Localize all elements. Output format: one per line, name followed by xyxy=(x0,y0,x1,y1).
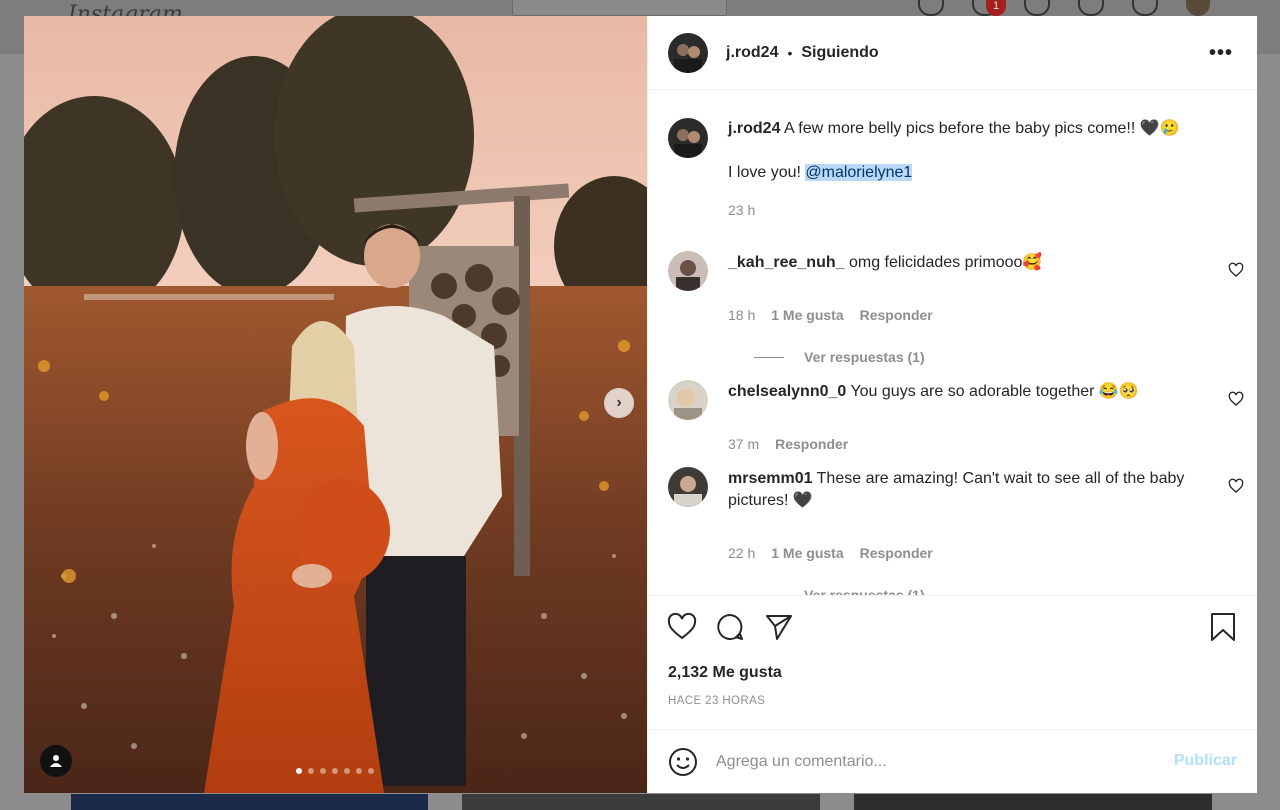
author-username[interactable]: j.rod24 xyxy=(726,44,778,62)
comment-like-heart-icon[interactable] xyxy=(1228,262,1244,278)
comment-meta: 37 m Responder xyxy=(728,436,848,452)
carousel-dot xyxy=(308,768,314,774)
comment-meta: 22 h 1 Me gusta Responder xyxy=(728,545,933,561)
comment-likes-link[interactable]: 1 Me gusta xyxy=(771,545,843,561)
view-replies-label: Ver respuestas (1) xyxy=(804,587,925,595)
comment-likes-link[interactable]: 1 Me gusta xyxy=(771,307,843,323)
publish-button[interactable]: Publicar xyxy=(1174,752,1237,770)
caption-body: A few more belly pics before the baby pi… xyxy=(780,120,1180,137)
background-home-icon xyxy=(918,0,944,16)
background-explore-icon xyxy=(1078,0,1104,16)
caption-meta: 23 h xyxy=(728,202,755,218)
chevron-right-icon: › xyxy=(616,394,622,411)
comment-time: 37 m xyxy=(728,436,760,452)
reply-button[interactable]: Responder xyxy=(860,545,933,561)
likes-count[interactable]: 2,132 Me gusta xyxy=(668,664,782,682)
commenter-avatar[interactable] xyxy=(668,251,708,291)
bookmark-icon[interactable] xyxy=(1208,612,1238,642)
comment-meta: 18 h 1 Me gusta Responder xyxy=(728,307,933,323)
next-slide-button[interactable]: › xyxy=(604,388,634,418)
comment-username[interactable]: mrsemm01 xyxy=(728,470,813,487)
comment-username[interactable]: chelsealynn0_0 xyxy=(728,383,846,400)
reply-button[interactable]: Responder xyxy=(775,436,848,452)
background-grid-tile xyxy=(71,794,428,810)
more-options-icon[interactable]: ••• xyxy=(1209,42,1233,65)
comment-bubble-icon[interactable] xyxy=(715,612,745,642)
reply-button[interactable]: Responder xyxy=(860,307,933,323)
caption-username[interactable]: j.rod24 xyxy=(728,120,780,137)
background-grid-tile xyxy=(854,794,1212,810)
background-new-post-icon xyxy=(1024,0,1050,16)
comment-time: 22 h xyxy=(728,545,756,561)
user-tag-icon xyxy=(50,755,62,767)
paper-plane-icon[interactable] xyxy=(764,612,794,642)
carousel-dot xyxy=(332,768,338,774)
caption-line2: I love you! xyxy=(728,164,806,181)
carousel-dot xyxy=(368,768,374,774)
post-modal: › j.rod24 • Siguiendo ••• j.rod24 A few … xyxy=(24,16,1257,793)
caption-avatar[interactable] xyxy=(668,118,708,158)
smiley-icon[interactable] xyxy=(668,747,698,777)
replies-divider xyxy=(754,356,784,358)
comment-body: omg felicidades primooo🥰 xyxy=(844,254,1043,271)
carousel-dot xyxy=(296,768,302,774)
commenter-avatar[interactable] xyxy=(668,467,708,507)
background-activity-icon xyxy=(1132,0,1158,16)
background-notification-badge: 1 xyxy=(986,0,1006,16)
comment-time: 18 h xyxy=(728,307,756,323)
tagged-users-button[interactable] xyxy=(40,745,72,777)
carousel-dot xyxy=(356,768,362,774)
commenter-avatar[interactable] xyxy=(668,380,708,420)
carousel-indicator xyxy=(296,768,374,774)
caption-mention-link[interactable]: @malorielyne1 xyxy=(805,164,913,181)
comment-input[interactable] xyxy=(716,748,1146,776)
comments-list[interactable]: j.rod24 A few more belly pics before the… xyxy=(648,91,1257,595)
post-photo xyxy=(24,16,647,793)
carousel-dot xyxy=(344,768,350,774)
post-media[interactable]: › xyxy=(24,16,647,793)
view-replies-label: Ver respuestas (1) xyxy=(804,349,925,365)
view-replies-button[interactable]: Ver respuestas (1) xyxy=(754,349,925,365)
comment-text: _kah_ree_nuh_ omg felicidades primooo🥰 xyxy=(728,252,1208,274)
heart-icon[interactable] xyxy=(667,612,697,642)
post-actions: 2,132 Me gusta HACE 23 HORAS xyxy=(648,595,1257,729)
carousel-dot xyxy=(320,768,326,774)
comment-body: You guys are so adorable together 😂🥺 xyxy=(846,383,1139,400)
post-header: j.rod24 • Siguiendo ••• xyxy=(648,16,1257,90)
header-separator: • xyxy=(787,44,793,61)
comment-like-heart-icon[interactable] xyxy=(1228,391,1244,407)
background-profile-avatar xyxy=(1186,0,1210,16)
caption-text: j.rod24 A few more belly pics before the… xyxy=(728,118,1208,184)
background-search xyxy=(512,0,727,16)
background-grid-tile xyxy=(462,794,820,810)
view-replies-button[interactable]: Ver respuestas (1) xyxy=(754,587,925,595)
following-button[interactable]: Siguiendo xyxy=(801,44,878,62)
comment-username[interactable]: _kah_ree_nuh_ xyxy=(728,254,845,271)
post-side-panel: j.rod24 • Siguiendo ••• j.rod24 A few mo… xyxy=(647,16,1257,793)
post-timestamp: HACE 23 HORAS xyxy=(668,695,766,707)
caption-time: 23 h xyxy=(728,202,756,218)
comment-like-heart-icon[interactable] xyxy=(1228,478,1244,494)
comment-text: mrsemm01 These are amazing! Can't wait t… xyxy=(728,468,1208,512)
add-comment-bar: Publicar xyxy=(648,729,1257,793)
comment-text: chelsealynn0_0 You guys are so adorable … xyxy=(728,381,1208,403)
author-avatar[interactable] xyxy=(668,32,708,73)
